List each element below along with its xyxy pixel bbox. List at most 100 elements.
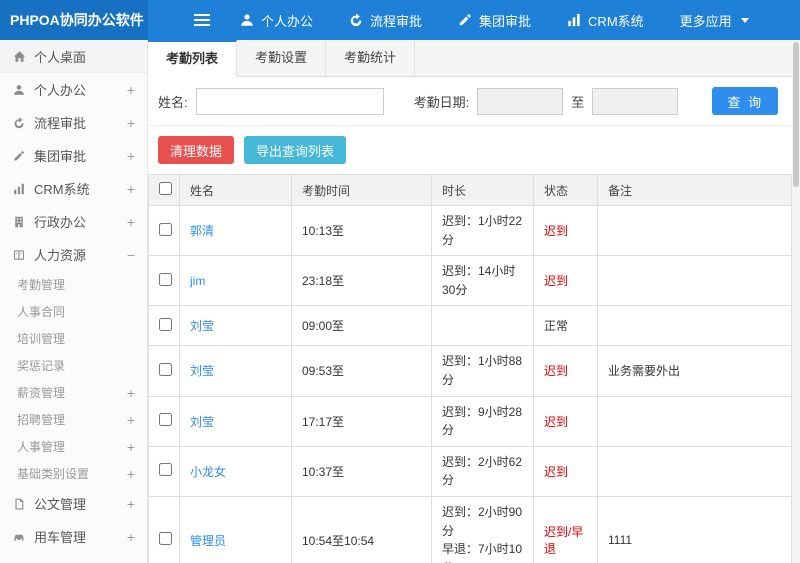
search-button[interactable]: 查 询 xyxy=(712,87,779,115)
user-icon xyxy=(240,13,254,27)
attendance-time-cell: 09:00至 xyxy=(291,305,432,347)
employee-name-link[interactable]: 郭清 xyxy=(190,224,214,238)
sidebar-item-group-approval[interactable]: 集团审批 + xyxy=(0,139,147,172)
sidebar-subitem-recruitment-mgmt[interactable]: 招聘管理 + xyxy=(0,406,147,433)
row-checkbox-cell xyxy=(148,495,180,563)
status-badge: 正常 xyxy=(544,319,569,334)
select-all-cell xyxy=(148,174,180,206)
status-cell: 迟到 xyxy=(533,204,598,257)
row-select-checkbox[interactable] xyxy=(159,222,172,236)
export-list-button[interactable]: 导出查询列表 xyxy=(244,136,347,164)
employee-name-link[interactable]: 刘莹 xyxy=(190,364,214,378)
employee-name-link[interactable]: 小龙女 xyxy=(190,465,226,479)
row-checkbox-cell xyxy=(148,445,180,497)
name-cell: 刘莹 xyxy=(179,395,292,447)
expand-toggle[interactable]: + xyxy=(127,440,135,454)
nav-crm-system[interactable]: CRM系统 xyxy=(567,11,644,30)
user-icon xyxy=(12,83,26,97)
nav-group-approval[interactable]: 集团审批 xyxy=(458,11,531,30)
row-select-checkbox[interactable] xyxy=(159,317,172,331)
car-icon xyxy=(12,530,26,544)
sidebar-subitem-label: 招聘管理 xyxy=(17,413,66,427)
sidebar-item-label: 公文管理 xyxy=(34,497,87,512)
employee-name-link[interactable]: 刘莹 xyxy=(190,415,214,429)
sidebar-subitem-reward-punishment[interactable]: 奖惩记录 xyxy=(0,352,147,379)
expand-toggle[interactable]: + xyxy=(127,497,135,511)
employee-name-link[interactable]: 刘莹 xyxy=(190,319,214,333)
expand-toggle[interactable]: + xyxy=(127,83,135,97)
clear-data-button[interactable]: 清理数据 xyxy=(158,136,235,164)
collapse-toggle[interactable]: − xyxy=(127,248,135,262)
sidebar-item-crm[interactable]: CRM系统 + xyxy=(0,172,147,205)
tab-attendance-stats[interactable]: 考勤统计 xyxy=(326,40,416,76)
status-badge: 迟到 xyxy=(544,224,569,239)
duration-cell: 迟到：9小时28分 xyxy=(431,395,534,447)
duration-cell: 迟到：2小时62分 xyxy=(431,445,534,497)
status-cell: 迟到 xyxy=(533,255,598,307)
sidebar-item-workflow-approval[interactable]: 流程审批 + xyxy=(0,106,147,139)
sidebar-subitem-attendance-mgmt[interactable]: 考勤管理 xyxy=(0,271,147,298)
sidebar-subitem-salary-mgmt[interactable]: 薪资管理 + xyxy=(0,379,147,406)
sidebar-subitem-training-mgmt[interactable]: 培训管理 xyxy=(0,325,147,352)
sidebar-subitem-label: 人事管理 xyxy=(17,440,66,454)
row-checkbox-cell xyxy=(148,305,180,347)
sidebar-item-label: 行政办公 xyxy=(34,215,87,230)
expand-toggle[interactable]: + xyxy=(127,149,135,163)
date-filter-label: 考勤日期: xyxy=(413,94,470,110)
sidebar-item-admin-office[interactable]: 行政办公 + xyxy=(0,205,147,238)
sidebar-item-personal-desktop[interactable]: 个人桌面 xyxy=(0,40,147,73)
table-row: 管理员 10:54至10:54 迟到：2小时90分 早退：7小时10分 迟到/早… xyxy=(148,495,792,563)
col-header-time: 考勤时间 xyxy=(291,174,432,206)
select-all-checkbox[interactable] xyxy=(159,182,172,195)
name-cell: jim xyxy=(179,255,292,307)
nav-personal-office[interactable]: 个人办公 xyxy=(240,11,313,30)
expand-toggle[interactable]: + xyxy=(127,386,135,400)
employee-name-link[interactable]: jim xyxy=(190,274,205,288)
nav-more-apps[interactable]: 更多应用 xyxy=(680,11,749,30)
expand-toggle[interactable]: + xyxy=(127,530,135,544)
nav-label: 个人办公 xyxy=(261,13,314,29)
date-start-input[interactable] xyxy=(477,87,564,115)
expand-toggle[interactable]: + xyxy=(127,215,135,229)
row-select-checkbox[interactable] xyxy=(159,272,172,286)
menu-toggle-icon[interactable] xyxy=(194,13,210,27)
flow-icon xyxy=(349,13,363,27)
sidebar-subitem-label: 考勤管理 xyxy=(17,278,66,292)
duration-cell: 迟到：1小时88分 xyxy=(431,345,534,397)
tab-attendance-settings[interactable]: 考勤设置 xyxy=(237,40,327,76)
status-cell: 正常 xyxy=(533,305,598,347)
tab-bar: 考勤列表 考勤设置 考勤统计 xyxy=(148,40,800,77)
scrollbar-thumb[interactable] xyxy=(793,42,799,187)
row-select-checkbox[interactable] xyxy=(159,532,172,546)
nav-label: CRM系统 xyxy=(588,13,644,29)
sidebar-item-label: 个人桌面 xyxy=(34,49,87,65)
attendance-table: 姓名 考勤时间 时长 状态 备注 郭清 10:13至 迟到：1小时22分 迟到 xyxy=(148,174,792,563)
sidebar-subitem-personnel-contract[interactable]: 人事合同 xyxy=(0,298,147,325)
vertical-scrollbar[interactable] xyxy=(792,40,800,563)
action-bar: 清理数据 导出查询列表 xyxy=(148,126,800,174)
sidebar-item-document-mgmt[interactable]: 公文管理 + xyxy=(0,487,147,520)
main-content: 考勤列表 考勤设置 考勤统计 姓名: 考勤日期: 至 查 询 清理数据 导出查询… xyxy=(148,40,800,563)
expand-toggle[interactable]: + xyxy=(127,182,135,196)
tab-attendance-list[interactable]: 考勤列表 xyxy=(148,40,238,77)
duration-cell: 迟到：14小时30分 xyxy=(431,255,534,307)
nav-workflow-approval[interactable]: 流程审批 xyxy=(349,11,422,30)
note-cell xyxy=(597,305,792,347)
sidebar-subitem-basic-category-settings[interactable]: 基础类别设置 + xyxy=(0,460,147,487)
col-header-note: 备注 xyxy=(597,174,792,206)
row-select-checkbox[interactable] xyxy=(159,413,172,427)
employee-name-link[interactable]: 管理员 xyxy=(190,534,226,548)
row-select-checkbox[interactable] xyxy=(159,463,172,477)
expand-toggle[interactable]: + xyxy=(127,467,135,481)
note-cell: 1111 xyxy=(597,495,792,563)
row-select-checkbox[interactable] xyxy=(159,362,172,376)
sidebar-item-hr[interactable]: 人力资源 − xyxy=(0,238,147,271)
expand-toggle[interactable]: + xyxy=(127,413,135,427)
name-filter-input[interactable] xyxy=(195,87,384,115)
expand-toggle[interactable]: + xyxy=(127,116,135,130)
sidebar-item-vehicle-mgmt[interactable]: 用车管理 + xyxy=(0,520,147,553)
sidebar-subitem-personnel-mgmt[interactable]: 人事管理 + xyxy=(0,433,147,460)
topbar: PHPOA协同办公软件 个人办公 流程审批 集团审批 CRM系统 更多应用 xyxy=(0,0,800,40)
date-end-input[interactable] xyxy=(592,87,679,115)
sidebar-item-personal-office[interactable]: 个人办公 + xyxy=(0,73,147,106)
